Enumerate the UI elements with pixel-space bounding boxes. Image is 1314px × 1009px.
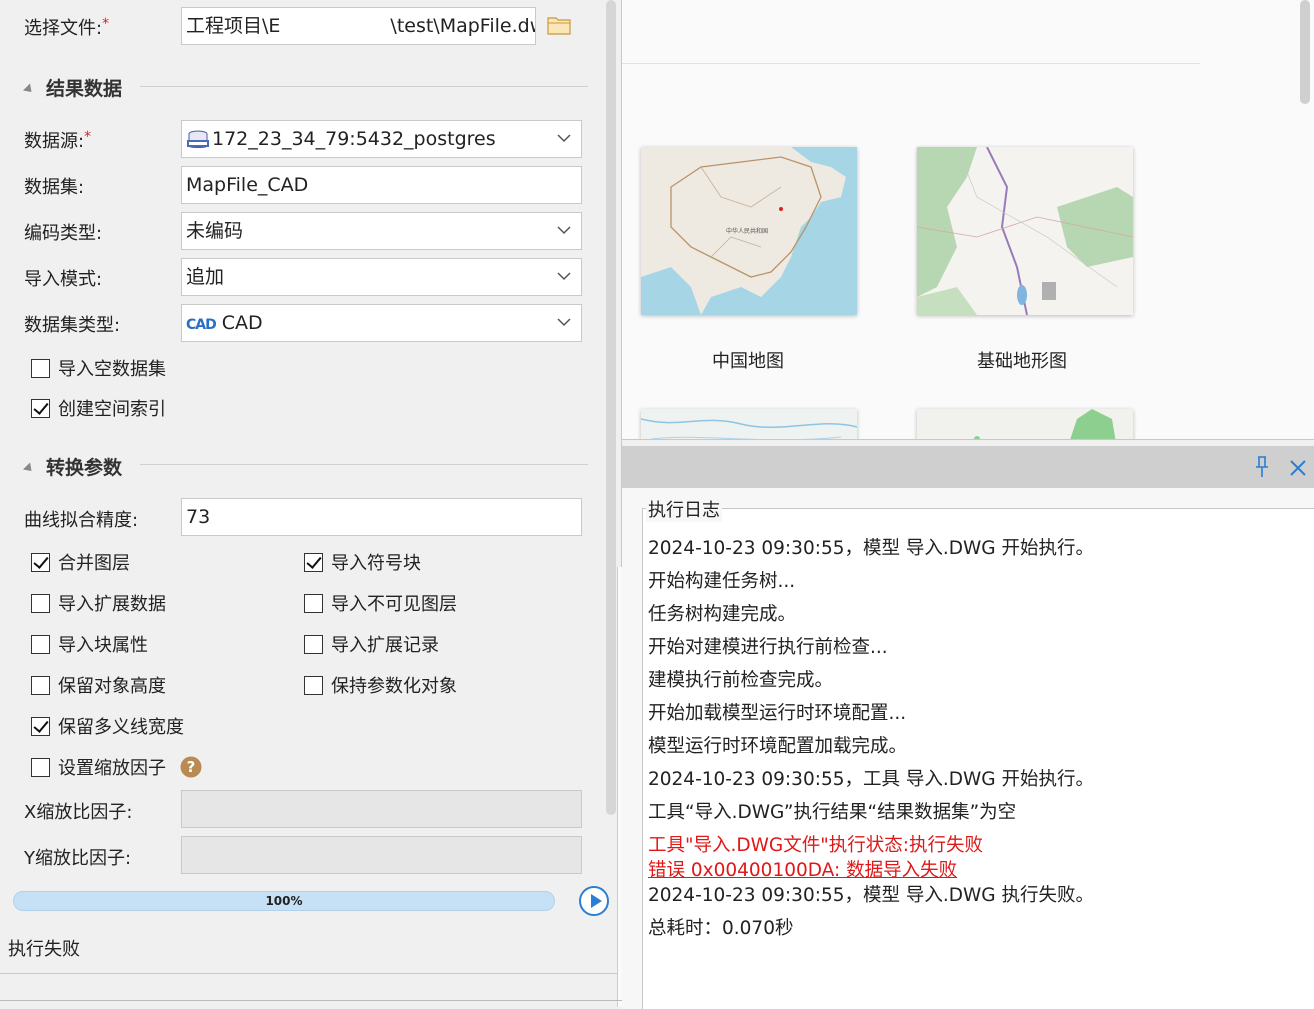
help-icon[interactable]: ?: [180, 756, 202, 778]
china-map-label: 中国地图: [712, 351, 784, 372]
log-line: 开始对建模进行执行前检查...: [648, 637, 888, 658]
x-scale-label: X缩放比因子:: [24, 802, 133, 823]
curve-precision-label: 曲线拟合精度:: [24, 510, 139, 531]
log-line: 开始加载模型运行时环境配置...: [648, 703, 907, 724]
basic-terrain-thumbnail[interactable]: [917, 147, 1133, 315]
svg-text:中华人民共和国: 中华人民共和国: [726, 227, 768, 235]
set-scale-factor-checkbox[interactable]: 设置缩放因子 ?: [31, 754, 202, 780]
execution-log-panel: 执行日志 2024-10-23 09:30:55，模型 导入.DWG 开始执行。…: [622, 446, 1314, 1009]
log-line: 2024-10-23 09:30:55，模型 导入.DWG 开始执行。: [648, 538, 1094, 559]
close-icon[interactable]: [1288, 458, 1308, 478]
convert-params-section[interactable]: 转换参数: [22, 453, 122, 480]
log-error-line: 工具"导入.DWG文件"执行状态:执行失败: [648, 835, 984, 856]
svg-text:?: ?: [187, 758, 196, 776]
log-title: 执行日志: [646, 496, 722, 522]
file-path-input[interactable]: 工程项目\E\test\MapFile.dwg: [181, 7, 536, 45]
dataset-type-select[interactable]: CAD CAD: [181, 304, 582, 342]
database-icon: [187, 130, 209, 148]
import-settings-panel: 选择文件:* 工程项目\E\test\MapFile.dwg 结果数据 数据源:…: [0, 0, 622, 974]
dataset-label: 数据集:: [24, 177, 85, 198]
encoding-select[interactable]: 未编码: [181, 212, 582, 250]
form-scrollbar[interactable]: [606, 0, 616, 815]
y-scale-input: [181, 836, 582, 874]
encoding-label: 编码类型:: [24, 223, 103, 244]
chevron-down-icon[interactable]: [557, 315, 571, 329]
collapse-triangle-icon: [22, 462, 36, 475]
keep-polyline-width-checkbox[interactable]: 保留多义线宽度: [31, 713, 184, 739]
log-line: 2024-10-23 09:30:55，工具 导入.DWG 开始执行。: [648, 769, 1094, 790]
log-line: 模型运行时环境配置加载完成。: [648, 736, 908, 757]
china-map-image: 中华人民共和国: [641, 147, 857, 315]
dataset-type-label: 数据集类型:: [24, 315, 121, 336]
import-empty-dataset-checkbox[interactable]: 导入空数据集: [31, 355, 166, 381]
log-error-link[interactable]: 错误 0x00400100DA: 数据导入失败: [648, 856, 957, 882]
import-symbol-block-checkbox[interactable]: 导入符号块: [304, 549, 421, 575]
import-invisible-layers-checkbox[interactable]: 导入不可见图层: [304, 590, 457, 616]
region-map-thumbnail[interactable]: [917, 409, 1133, 439]
cad-badge-icon: CAD: [186, 317, 217, 333]
basic-terrain-label: 基础地形图: [977, 351, 1067, 372]
keep-object-height-checkbox[interactable]: 保留对象高度: [31, 672, 166, 698]
log-line: 工具“导入.DWG”执行结果“结果数据集”为空: [648, 802, 1017, 823]
import-block-attr-checkbox[interactable]: 导入块属性: [31, 631, 148, 657]
log-line: 建模执行前检查完成。: [648, 670, 834, 691]
chevron-down-icon[interactable]: [557, 223, 571, 237]
river-map-thumbnail[interactable]: [641, 409, 857, 439]
run-button[interactable]: [579, 886, 609, 916]
chevron-down-icon[interactable]: [557, 269, 571, 283]
y-scale-label: Y缩放比因子:: [24, 848, 132, 869]
dataset-input[interactable]: MapFile_CAD: [181, 166, 582, 204]
folder-icon[interactable]: [547, 15, 571, 35]
merge-layers-checkbox[interactable]: 合并图层: [31, 549, 130, 575]
chevron-down-icon[interactable]: [557, 131, 571, 145]
map-template-gallery: 中华人民共和国 中国地图 基础地形图: [622, 0, 1314, 440]
create-spatial-index-checkbox[interactable]: 创建空间索引: [31, 395, 166, 421]
china-map-thumbnail[interactable]: 中华人民共和国: [641, 147, 857, 315]
curve-precision-input[interactable]: 73: [181, 498, 582, 536]
pin-icon[interactable]: [1254, 456, 1270, 478]
river-map-image: [641, 409, 857, 439]
import-mode-label: 导入模式:: [24, 269, 103, 290]
gallery-scrollbar[interactable]: [1300, 0, 1310, 104]
region-map-image: [917, 409, 1133, 439]
import-ext-record-checkbox[interactable]: 导入扩展记录: [304, 631, 439, 657]
select-file-label: 选择文件:*: [24, 16, 110, 39]
terrain-map-image: [917, 147, 1133, 315]
datasource-select[interactable]: 172_23_34_79:5432_postgres: [181, 120, 582, 158]
log-line: 开始构建任务树...: [648, 571, 796, 592]
keep-param-object-checkbox[interactable]: 保持参数化对象: [304, 672, 457, 698]
import-mode-select[interactable]: 追加: [181, 258, 582, 296]
log-panel-header: [622, 446, 1314, 488]
import-ext-data-checkbox[interactable]: 导入扩展数据: [31, 590, 166, 616]
x-scale-input: [181, 790, 582, 828]
result-data-section[interactable]: 结果数据: [22, 74, 122, 101]
progress-bar: 100%: [13, 891, 555, 911]
datasource-label: 数据源:*: [24, 129, 92, 152]
log-line: 2024-10-23 09:30:55，模型 导入.DWG 执行失败。: [648, 885, 1094, 906]
collapse-triangle-icon: [22, 83, 36, 96]
log-line: 总耗时：0.070秒: [648, 918, 794, 939]
status-text: 执行失败: [8, 939, 80, 960]
log-line: 任务树构建完成。: [648, 604, 797, 625]
